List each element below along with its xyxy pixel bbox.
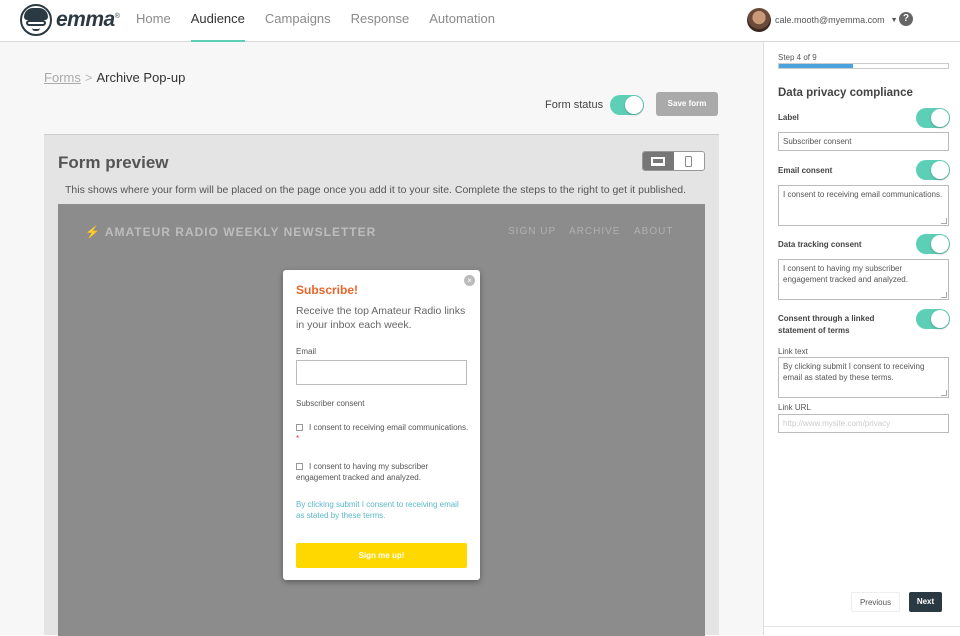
form-status-label: Form status	[545, 99, 604, 111]
tracking-consent-checkbox[interactable]	[296, 463, 303, 470]
nav-home[interactable]: Home	[136, 0, 171, 42]
progress-fill	[779, 64, 854, 68]
terms-link[interactable]: By clicking submit I consent to receivin…	[296, 499, 461, 521]
nav-campaigns[interactable]: Campaigns	[265, 0, 331, 42]
site-nav-archive: ARCHIVE	[569, 226, 621, 237]
link-url-input[interactable]: http://www.mysite.com/privacy	[778, 414, 949, 433]
site-logo: ⚡ AMATEUR RADIO WEEKLY NEWSLETTER	[85, 225, 377, 239]
top-navigation-bar: emma® Home Audience Campaigns Response A…	[0, 0, 960, 42]
required-mark: *	[296, 434, 300, 443]
form-status-toggle[interactable]	[610, 95, 644, 115]
email-consent-toggle[interactable]	[916, 160, 950, 180]
popup-title: Subscribe!	[296, 283, 359, 297]
preview-title: Form preview	[58, 153, 169, 172]
label-field-label: Label	[778, 113, 799, 122]
save-form-button[interactable]: Save form	[656, 92, 718, 116]
link-text-textarea[interactable]: By clicking submit I consent to receivin…	[778, 357, 949, 398]
lightning-icon: ⚡	[85, 225, 101, 239]
site-nav-signup: SIGN UP	[508, 226, 557, 237]
breadcrumb: Forms > Archive Pop-up	[44, 70, 185, 85]
site-preview: ⚡ AMATEUR RADIO WEEKLY NEWSLETTER SIGN U…	[58, 204, 705, 636]
link-text-label: Link text	[778, 347, 808, 356]
tracking-consent-option[interactable]: I consent to having my subscriber engage…	[296, 461, 471, 483]
close-icon[interactable]: ×	[464, 275, 475, 286]
emma-logo-icon	[20, 4, 52, 36]
emma-logo[interactable]: emma®	[20, 4, 120, 36]
next-button[interactable]: Next	[909, 592, 942, 612]
desktop-icon	[651, 156, 666, 166]
email-consent-checkbox[interactable]	[296, 424, 303, 431]
sign-up-button[interactable]: Sign me up!	[296, 543, 467, 568]
link-url-label: Link URL	[778, 403, 811, 412]
help-icon[interactable]: ?	[899, 12, 913, 26]
email-consent-option[interactable]: I consent to receiving email communicati…	[296, 422, 471, 444]
previous-button[interactable]: Previous	[851, 592, 900, 612]
tracking-consent-textarea[interactable]: I consent to having my subscriber engage…	[778, 259, 949, 300]
email-label: Email	[296, 347, 317, 356]
page-title: Archive Pop-up	[96, 70, 186, 85]
breadcrumb-forms-link[interactable]: Forms	[44, 70, 81, 85]
step-indicator: Step 4 of 9	[778, 53, 817, 62]
avatar	[747, 8, 771, 32]
main-content: Forms > Archive Pop-up Form status Save fo…	[0, 42, 763, 636]
popup-subtitle: Receive the top Amateur Radio links in y…	[296, 305, 466, 331]
linked-terms-toggle[interactable]	[916, 309, 950, 329]
nav-audience[interactable]: Audience	[190, 0, 245, 42]
progress-bar	[778, 63, 949, 69]
mobile-icon	[685, 155, 693, 167]
nav-response[interactable]: Response	[351, 0, 410, 42]
label-toggle[interactable]	[916, 108, 950, 128]
site-nav-about: ABOUT	[634, 226, 674, 237]
mobile-view-button[interactable]	[674, 152, 705, 170]
tracking-consent-toggle[interactable]	[916, 234, 950, 254]
desktop-view-button[interactable]	[643, 152, 674, 170]
sidebar-divider	[764, 626, 960, 627]
steps-sidebar: Step 4 of 9 Data privacy compliance Labe…	[763, 42, 960, 635]
form-preview-panel: Form preview This shows where your form …	[44, 134, 719, 636]
user-email: cale.mooth@myemma.com	[775, 15, 885, 25]
email-consent-label: Email consent	[778, 166, 833, 175]
email-field[interactable]	[296, 360, 467, 385]
email-consent-textarea[interactable]: I consent to receiving email communicati…	[778, 185, 949, 226]
user-menu[interactable]: cale.mooth@myemma.com ▼	[747, 8, 898, 32]
linked-terms-label: Consent through a linked statement of te…	[778, 314, 875, 335]
signup-popup: × Subscribe! Receive the top Amateur Rad…	[283, 270, 480, 580]
tracking-consent-label: Data tracking consent	[778, 240, 862, 249]
device-switch	[642, 151, 705, 171]
breadcrumb-separator: >	[84, 70, 93, 85]
sidebar-title: Data privacy compliance	[778, 87, 913, 99]
preview-description: This shows where your form will be place…	[65, 184, 687, 196]
chevron-down-icon: ▼	[890, 16, 898, 24]
nav-automation[interactable]: Automation	[429, 0, 495, 42]
main-nav: Home Audience Campaigns Response Automat…	[136, 0, 515, 42]
logo-text: emma®	[56, 8, 120, 31]
consent-heading: Subscriber consent	[296, 399, 365, 408]
label-input[interactable]: Subscriber consent	[778, 132, 949, 151]
